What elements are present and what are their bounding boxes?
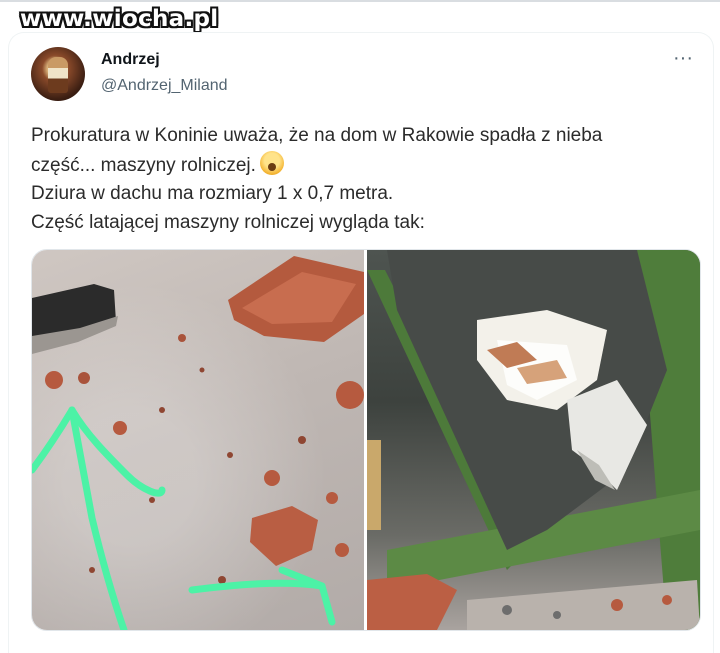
roof-hole-photo[interactable] <box>367 250 700 630</box>
author-handle[interactable]: @Andrzej_Miland <box>101 77 228 95</box>
tweet-line-2: część... maszyny rolniczej. <box>31 150 691 181</box>
tweet-media <box>31 249 701 631</box>
watermark-logo: www.wiocha.pl <box>20 6 219 32</box>
avatar[interactable] <box>31 47 85 101</box>
tweet-line-1: Prokuratura w Koninie uważa, że na dom w… <box>31 125 603 146</box>
tweet-line-3: Dziura w dachu ma rozmiary 1 x 0,7 metra… <box>31 183 394 204</box>
author-name[interactable]: Andrzej <box>101 51 160 69</box>
top-separator <box>0 0 720 2</box>
more-options-button[interactable]: ··· <box>669 48 697 73</box>
tweet-text: Prokuratura w Koninie uważa, że na dom w… <box>31 122 691 237</box>
tweet-line-4: Część latającej maszyny rolniczej wygląd… <box>31 211 425 233</box>
roof-tile-debris-photo[interactable] <box>32 250 364 630</box>
screaming-face-icon <box>259 150 284 175</box>
tweet-card: Andrzej @Andrzej_Miland ··· Prokuratura … <box>8 32 714 653</box>
